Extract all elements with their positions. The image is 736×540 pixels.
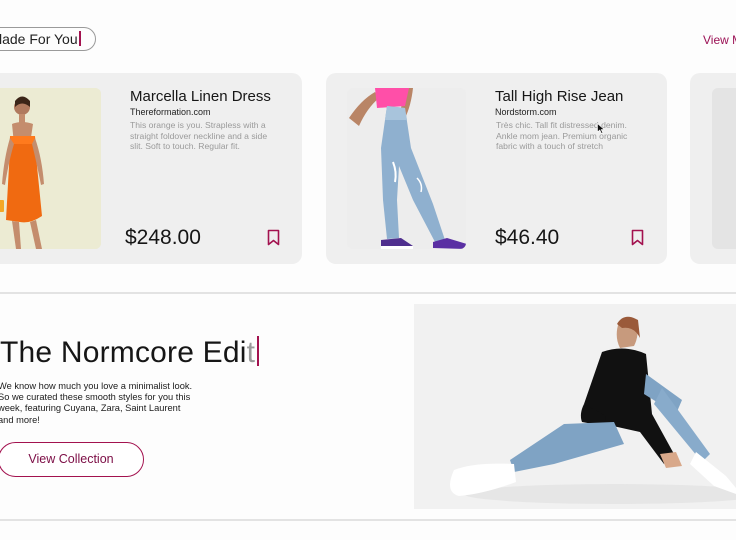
edit-title-text: The Normcore Edi — [0, 336, 247, 369]
edit-title-typing: t — [246, 336, 256, 369]
product-store: Thereformation.com — [130, 107, 211, 117]
orange-dress-photo — [0, 88, 101, 249]
edit-description: We know how much you love a minimalist l… — [0, 381, 193, 425]
product-image[interactable] — [347, 88, 466, 249]
bookmark-icon[interactable] — [267, 229, 280, 246]
product-image[interactable] — [0, 88, 101, 249]
bookmark-icon[interactable] — [631, 229, 644, 246]
product-price: $46.40 — [495, 226, 560, 249]
section-title: lade For You — [0, 31, 78, 47]
product-image[interactable] — [712, 88, 736, 249]
section-divider — [0, 292, 736, 294]
product-card[interactable]: Marcella Linen Dress Thereformation.com … — [0, 73, 302, 264]
product-card[interactable] — [690, 73, 736, 264]
normcore-photo[interactable] — [414, 304, 736, 509]
product-title[interactable]: Marcella Linen Dress — [130, 88, 271, 105]
product-price: $248.00 — [125, 226, 201, 249]
product-card[interactable]: Tall High Rise Jean Nordstorm.com Très c… — [326, 73, 667, 264]
section-divider — [0, 519, 736, 521]
jeans-photo — [347, 88, 466, 249]
text-cursor — [78, 31, 81, 46]
edit-title: The Normcore Edit — [0, 336, 260, 370]
product-store: Nordstorm.com — [495, 107, 557, 117]
view-more-link[interactable]: View M — [703, 33, 736, 47]
product-title[interactable]: Tall High Rise Jean — [495, 88, 623, 105]
view-collection-button[interactable]: View Collection — [0, 442, 144, 477]
section-title-pill: lade For You — [0, 27, 96, 51]
mouse-pointer-icon — [597, 123, 605, 134]
seated-model-photo — [414, 304, 736, 509]
product-description: This orange is you. Strapless with a str… — [130, 120, 268, 151]
text-cursor — [257, 336, 260, 366]
product-description: Très chic. Tall fit distressed denim. An… — [496, 120, 628, 151]
